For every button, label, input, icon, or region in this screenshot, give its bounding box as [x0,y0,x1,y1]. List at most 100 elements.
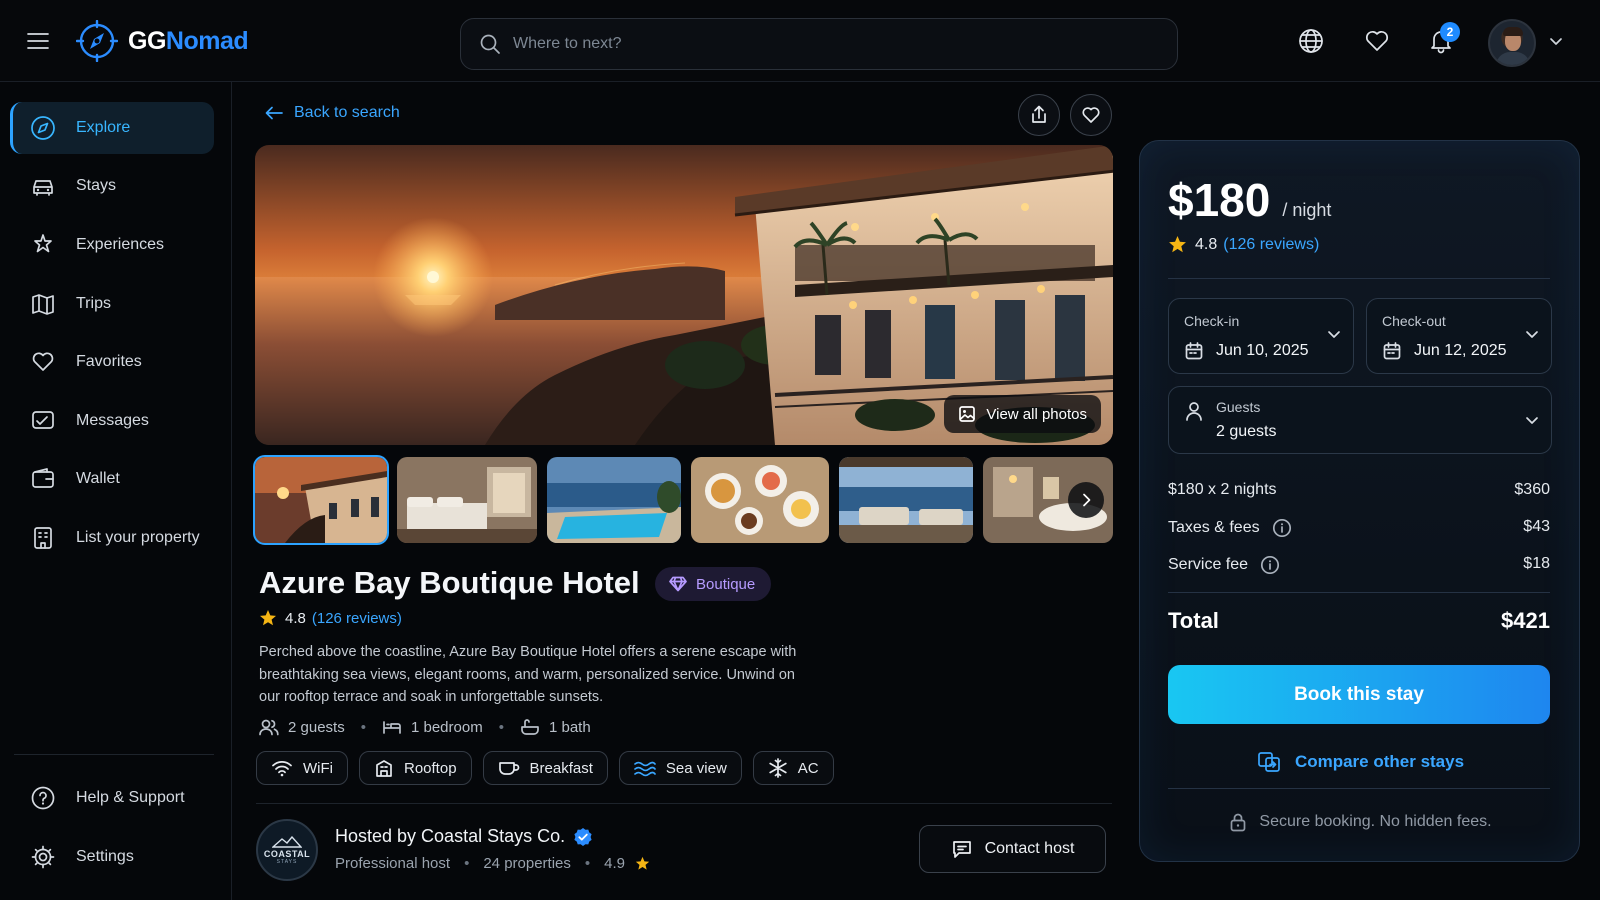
reviews-link[interactable]: (126 reviews) [312,610,402,627]
amenity-rooftop[interactable]: Rooftop [359,751,472,785]
photo-thumbnails [253,455,1113,545]
fact-bedroom: 1 bedroom [382,718,483,736]
thumbnails-next-button[interactable] [1068,482,1104,518]
sidebar-item-messages[interactable]: Messages [10,395,214,447]
car-icon [30,173,56,199]
verified-icon [573,827,593,847]
chevron-down-icon[interactable] [1548,36,1564,48]
back-to-search-link[interactable]: Back to search [264,104,400,122]
checkin-field[interactable]: Check-in Jun 10, 2025 [1168,298,1354,374]
amenity-label: WiFi [303,759,333,777]
line-item-nights: $180 x 2 nights $360 [1168,481,1550,499]
fact-guests: 2 guests [259,718,345,736]
contact-host-button[interactable]: Contact host [919,825,1106,873]
sidebar-item-experiences[interactable]: Experiences [10,219,214,271]
taxes-label-group: Taxes & fees [1168,518,1292,538]
gear-icon [30,844,56,870]
sidebar-item-label: List your property [76,529,200,546]
search-input[interactable] [513,35,1153,53]
arrow-left-icon [264,105,284,121]
menu-icon[interactable] [26,30,50,52]
share-button[interactable] [1018,94,1060,136]
info-icon[interactable] [1260,555,1280,575]
thumbnail-breakfast[interactable] [691,457,829,543]
price-unit: / night [1282,200,1332,220]
help-icon [30,785,56,811]
host-logo-subtext: STAYS [276,858,298,865]
guests-field[interactable]: Guests 2 guests [1168,386,1552,454]
brand-part-2: Nomad [165,26,249,55]
rating-value: 4.8 [1195,235,1218,253]
fact-bath: 1 bath [520,718,591,736]
sidebar-item-trips[interactable]: Trips [10,278,214,330]
amenity-sea-view[interactable]: Sea view [618,751,742,785]
checkout-value: Jun 12, 2025 [1414,342,1507,359]
service-value: $18 [1523,555,1550,572]
sidebar-item-help[interactable]: Help & Support [10,772,214,824]
calendar-icon [1184,341,1204,361]
info-icon[interactable] [1272,518,1292,538]
reviews-link[interactable]: (126 reviews) [1223,236,1319,254]
thumbnail-bedroom[interactable] [397,457,537,543]
card-divider [1168,592,1550,593]
globe-icon[interactable] [1298,28,1324,54]
thumbnail-pool[interactable] [547,457,681,543]
back-label: Back to search [294,104,400,121]
sidebar-item-label: Trips [76,295,111,312]
sidebar-item-label: Explore [76,119,131,136]
view-all-photos-button[interactable]: View all photos [944,395,1101,433]
secure-booking-note: Secure booking. No hidden fees. [1140,812,1581,832]
mountain-icon [272,835,302,848]
logo[interactable]: GGNomad [76,20,249,62]
chat-icon [951,839,973,859]
save-favorite-button[interactable] [1070,94,1112,136]
line-item-taxes: Taxes & fees $43 [1168,518,1550,538]
sidebar-item-label: Favorites [76,353,142,370]
compare-stays-link[interactable]: Compare other stays [1140,751,1581,773]
sidebar: Explore Stays Experiences Trips Favorite… [0,82,232,900]
sidebar-item-label: Help & Support [76,789,185,806]
top-bar: GGNomad 2 [0,0,1600,82]
amenity-wifi[interactable]: WiFi [256,751,348,785]
hero-photo[interactable]: View all photos [255,145,1113,445]
checkout-field[interactable]: Check-out Jun 12, 2025 [1366,298,1552,374]
host-rating: 4.9 [604,855,626,872]
sidebar-item-stays[interactable]: Stays [10,160,214,212]
search-bar[interactable] [460,18,1178,70]
thumbnail-exterior[interactable] [253,455,389,545]
sidebar-item-settings[interactable]: Settings [10,831,214,883]
sidebar-item-explore[interactable]: Explore [10,102,214,154]
sidebar-item-favorites[interactable]: Favorites [10,336,214,388]
star-icon [635,856,650,871]
section-divider [256,803,1112,804]
star-icon [1168,235,1187,254]
amenity-label: Rooftop [404,759,457,777]
rating-value: 4.8 [285,609,306,627]
compare-label: Compare other stays [1294,752,1465,771]
checkin-value: Jun 10, 2025 [1216,342,1309,359]
sidebar-item-list-property[interactable]: List your property [10,512,214,564]
sidebar-item-label: Experiences [76,236,165,253]
guests-icon [259,718,279,736]
guests-value: 2 guests [1216,423,1277,440]
sparkle-icon [30,232,56,258]
search-icon [479,33,501,55]
price-amount: $180 [1168,174,1271,226]
host-name: Hosted by Coastal Stays Co. [335,826,593,847]
waves-icon [634,759,656,777]
compass-logo-icon [76,20,118,62]
wifi-icon [271,759,293,777]
booking-card: $180 / night 4.8 (126 reviews) Check-in … [1139,140,1580,862]
message-icon [30,408,56,434]
heart-icon[interactable] [1364,28,1390,54]
thumbnail-terrace[interactable] [839,457,973,543]
avatar[interactable] [1488,19,1536,67]
amenity-ac[interactable]: AC [752,751,834,785]
sidebar-item-wallet[interactable]: Wallet [10,453,214,505]
building-icon [30,525,56,551]
amenity-breakfast[interactable]: Breakfast [482,751,608,785]
service-label-group: Service fee [1168,555,1280,575]
view-all-label: View all photos [986,405,1087,423]
cup-icon [498,759,520,777]
book-this-stay-button[interactable]: Book this stay [1168,665,1550,724]
